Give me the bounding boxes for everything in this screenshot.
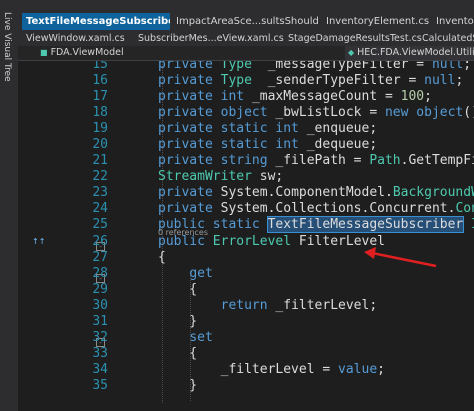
- tab-text-file-message-subscriber[interactable]: TextFileMessageSubscriber.cs ⊕ ×: [22, 13, 170, 30]
- tab-inventory-sy[interactable]: InventorySy: [432, 13, 474, 30]
- annotation-arrow: [364, 247, 437, 268]
- type-name: HEC.FDA.ViewModel.Utiliti: [357, 47, 474, 58]
- tab-impact-area-scenario[interactable]: ImpactAreaSce...sultsShould.cs: [172, 13, 318, 30]
- arrow-head: [364, 247, 376, 259]
- live-visual-tree-label[interactable]: Live Visual Tree: [2, 12, 12, 82]
- tab-calculated-stag[interactable]: CalculatedStag: [422, 31, 474, 46]
- tab-label: InventoryElement.cs: [326, 16, 430, 27]
- tab-view-window[interactable]: ViewWindow.xaml.cs: [26, 31, 125, 46]
- tab-stage-damage-results-test[interactable]: StageDamageResultsTest.cs: [288, 31, 422, 46]
- tab-subscriber-message-view[interactable]: SubscriberMes...eView.xaml.cs: [138, 31, 284, 46]
- live-visual-tree-strip[interactable]: Live Visual Tree: [0, 0, 19, 411]
- project-name: FDA.ViewModel: [50, 47, 124, 58]
- navigation-bar: ■ FDA.ViewModel ◆ HEC.FDA.ViewModel.Utilit…: [18, 46, 474, 61]
- tab-label: ImpactAreaSce...sultsShould.cs: [176, 16, 318, 27]
- code-editor[interactable]: ↑↑ - - - 15 private Type _messageTypeFilt…: [18, 61, 474, 411]
- csharp-project-icon: ■: [40, 48, 48, 57]
- tab-label: TextFileMessageSubscriber.cs: [26, 16, 170, 27]
- tab-inventory-element[interactable]: InventoryElement.cs: [322, 13, 432, 30]
- document-tab-row: TextFileMessageSubscriber.cs ⊕ × ImpactA…: [18, 0, 474, 30]
- project-dropdown[interactable]: ■ FDA.ViewModel: [40, 46, 124, 60]
- type-dropdown[interactable]: ◆ HEC.FDA.ViewModel.Utiliti: [345, 46, 474, 60]
- document-tab-row-secondary: ViewWindow.xaml.cs SubscriberMes...eView…: [18, 30, 474, 47]
- class-icon: ◆: [348, 48, 355, 57]
- tab-label: InventorySy: [436, 16, 474, 27]
- arrow-shaft: [371, 251, 437, 268]
